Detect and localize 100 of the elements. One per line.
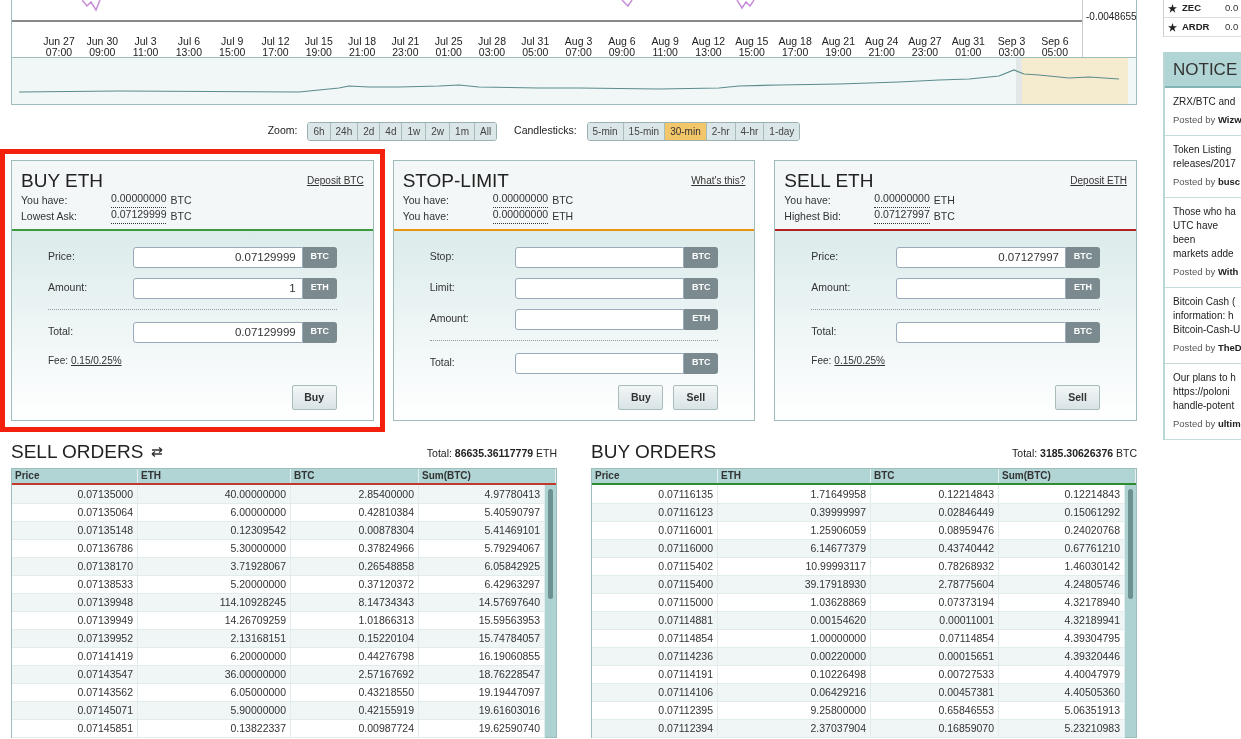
field-label: Amount: bbox=[48, 280, 89, 296]
axis-label: Aug 12 13:00 bbox=[690, 36, 727, 58]
label-text: Candlesticks: bbox=[514, 123, 577, 139]
input-field[interactable] bbox=[896, 277, 1066, 299]
posted-by-text: Posted by Wizw bbox=[1173, 113, 1241, 127]
action-button[interactable]: Sell bbox=[1055, 385, 1100, 410]
unit-text: BTC bbox=[933, 209, 955, 224]
table-cell: 2.37037904 bbox=[718, 719, 871, 738]
axis-label: Jul 9 15:00 bbox=[218, 36, 247, 58]
unit-tag: ETH bbox=[302, 277, 337, 299]
notice-text[interactable]: Token Listing releases/2017 bbox=[1173, 143, 1241, 171]
section-title: SELL ORDERS bbox=[11, 441, 144, 463]
info-label: Highest Bid: bbox=[784, 209, 842, 224]
axis-label: Aug 15 15:00 bbox=[734, 36, 770, 58]
action-button[interactable]: Buy bbox=[618, 385, 664, 410]
field-label: Total: bbox=[429, 355, 456, 371]
info-value[interactable]: 0.00000000 bbox=[492, 208, 549, 224]
unit-tag: BTC bbox=[302, 321, 337, 343]
zoom-button[interactable]: 4d bbox=[380, 122, 403, 140]
input-field[interactable] bbox=[514, 352, 685, 374]
posted-by-text: Posted by With bbox=[1173, 265, 1240, 279]
notice-text[interactable]: Our plans to h https://poloni handle-potent bbox=[1173, 371, 1241, 413]
link[interactable]: What's this? bbox=[691, 173, 746, 188]
info-value[interactable]: 0.07127997 bbox=[874, 208, 930, 224]
axis-label: Jun 30 09:00 bbox=[85, 36, 120, 58]
candlestick-button[interactable]: 15-min bbox=[623, 122, 666, 140]
axis-label: Sep 6 05:00 bbox=[1040, 36, 1070, 58]
input-field[interactable] bbox=[514, 308, 685, 330]
unit-tag: ETH bbox=[1066, 277, 1100, 299]
notice-text[interactable]: Bitcoin Cash ( information: h Bitcoin-Cash-U bbox=[1173, 295, 1241, 337]
zoom-button[interactable]: 6h bbox=[308, 122, 331, 140]
link[interactable]: Deposit BTC bbox=[306, 173, 364, 188]
scrollbar[interactable] bbox=[1125, 485, 1136, 737]
link[interactable]: Deposit ETH bbox=[1070, 173, 1127, 188]
input-field[interactable]: 0.07129999 bbox=[132, 321, 303, 343]
unit-tag: BTC bbox=[684, 277, 719, 299]
column-header: ETH bbox=[138, 469, 291, 483]
zoom-button[interactable]: 2d bbox=[358, 122, 381, 140]
market-row[interactable]: ARDR 0.0 bbox=[1164, 18, 1241, 37]
input-field[interactable]: 0.07127997 bbox=[896, 246, 1066, 268]
info-value[interactable]: 0.00000000 bbox=[492, 192, 549, 208]
axis-label: Aug 9 11:00 bbox=[650, 36, 680, 58]
price-text: 0.0 bbox=[1225, 0, 1239, 15]
notice-text[interactable]: ZRX/BTC and bbox=[1173, 95, 1241, 109]
posted-by-text: Posted by busc bbox=[1173, 175, 1241, 189]
axis-label: Jul 6 13:00 bbox=[174, 36, 204, 58]
action-button[interactable]: Sell bbox=[673, 385, 719, 410]
zoom-button[interactable]: 24h bbox=[330, 122, 359, 140]
candlestick-button[interactable]: 5-min bbox=[587, 122, 624, 140]
fee-link[interactable]: 0.15/0.25% bbox=[71, 353, 122, 368]
star-icon[interactable] bbox=[1168, 3, 1177, 13]
fee-link[interactable]: 0.15/0.25% bbox=[834, 353, 885, 368]
zoom-button[interactable]: All bbox=[475, 122, 497, 140]
panel-title: NOTICE bbox=[1165, 52, 1241, 88]
input-field[interactable]: 0.07129999 bbox=[132, 246, 303, 268]
candlestick-button[interactable]: 2-hr bbox=[706, 122, 736, 140]
info-value[interactable]: 0.00000000 bbox=[874, 192, 930, 208]
form-title: STOP-LIMIT bbox=[402, 170, 509, 192]
section-title: BUY ORDERS bbox=[591, 441, 717, 463]
axis-label: Sep 3 03:00 bbox=[996, 36, 1027, 58]
zoom-button[interactable]: 1w bbox=[402, 122, 427, 140]
label-text: Zoom: bbox=[267, 123, 298, 139]
info-value[interactable]: 0.07129999 bbox=[111, 208, 167, 224]
axis-label: Aug 21 19:00 bbox=[820, 36, 857, 58]
posted-by-text: Posted by ultim bbox=[1173, 417, 1241, 431]
axis-label: Jul 18 21:00 bbox=[347, 36, 378, 58]
axis-label: Jul 21 23:00 bbox=[390, 36, 421, 58]
input-field[interactable]: 1 bbox=[132, 277, 303, 299]
star-icon[interactable] bbox=[1168, 22, 1177, 32]
zoom-button[interactable]: 1m bbox=[450, 122, 475, 140]
fee-label: Fee: bbox=[811, 354, 832, 368]
column-header: Sum(BTC) bbox=[999, 469, 1136, 483]
info-value[interactable]: 0.00000000 bbox=[111, 192, 167, 208]
swap-icon[interactable] bbox=[151, 447, 164, 457]
table-cell: 0.16859070 bbox=[871, 719, 999, 738]
axis-label: -0.0048655 bbox=[1086, 10, 1136, 24]
market-row[interactable]: ZEC 0.0 bbox=[1164, 0, 1241, 18]
scrollbar[interactable] bbox=[545, 485, 556, 737]
column-header: BTC bbox=[291, 469, 419, 483]
unit-text: BTC bbox=[552, 193, 574, 208]
range-selection[interactable] bbox=[1016, 58, 1128, 104]
unit-tag: BTC bbox=[1066, 246, 1100, 268]
axis-label: Jul 12 17:00 bbox=[260, 36, 291, 58]
candlestick-button[interactable]: 1-day bbox=[764, 122, 800, 140]
total-text: Total: 3185.30626376 BTC bbox=[1012, 446, 1137, 462]
fee-label: Fee: bbox=[48, 354, 68, 368]
axis-label: Aug 24 21:00 bbox=[864, 36, 900, 58]
axis-label: Jul 15 19:00 bbox=[303, 36, 334, 58]
action-button[interactable]: Buy bbox=[291, 385, 337, 410]
notice-text[interactable]: Those who ha UTC have been markets adde bbox=[1173, 205, 1241, 261]
axis-label: Aug 27 23:00 bbox=[907, 36, 943, 58]
candlestick-button[interactable]: 30-min bbox=[665, 122, 707, 140]
coin-name: ARDR bbox=[1182, 19, 1211, 34]
input-field[interactable] bbox=[896, 321, 1066, 343]
table-cell: 0.07112394 bbox=[592, 719, 718, 738]
input-field[interactable] bbox=[514, 246, 685, 268]
candlestick-button[interactable]: 4-hr bbox=[735, 122, 765, 140]
column-header: Price bbox=[12, 469, 138, 483]
zoom-button[interactable]: 2w bbox=[426, 122, 451, 140]
input-field[interactable] bbox=[514, 277, 685, 299]
